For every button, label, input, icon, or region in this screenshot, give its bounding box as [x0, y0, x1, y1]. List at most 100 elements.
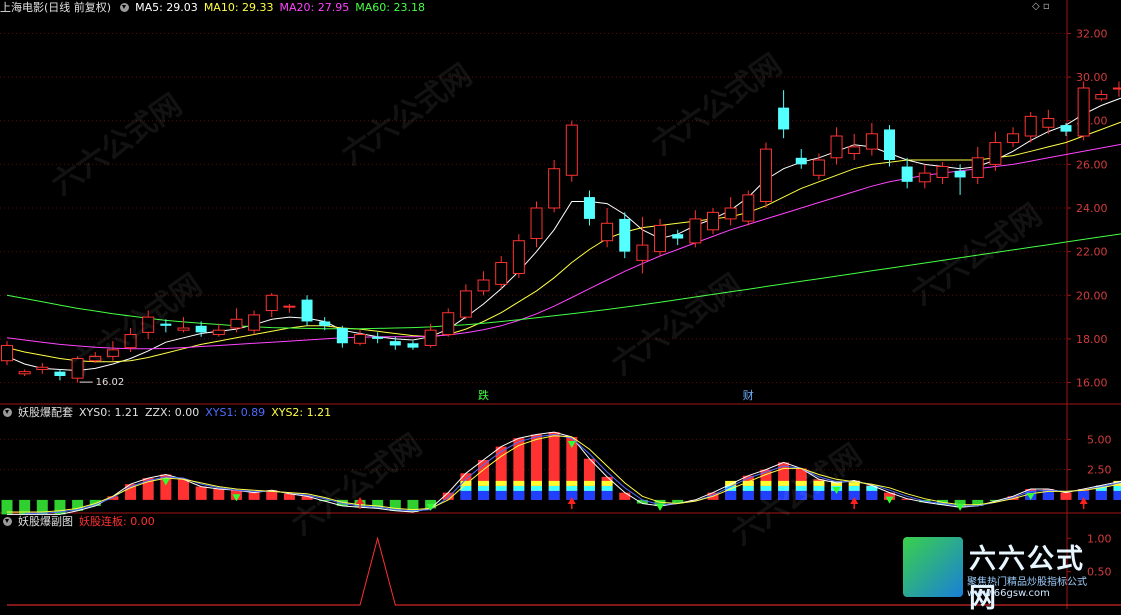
indicator-band [866, 490, 878, 500]
indicator-band [742, 485, 754, 491]
candle-body [971, 157, 984, 178]
candle-body [1095, 94, 1108, 100]
dropdown-icon[interactable] [120, 3, 130, 12]
candle-body [636, 244, 649, 261]
yglb-label: 妖股连板: 0.00 [79, 515, 155, 528]
xys1-label: XYS1: 0.89 [205, 406, 266, 419]
indicator-band [531, 480, 542, 486]
candle-body [601, 222, 614, 242]
top-right-icons: ◇ ▫ [1032, 1, 1050, 12]
indicator-band [778, 485, 790, 491]
site-logo: 六六公式网 聚焦热门精品炒股指标公式 www.66gsw.com [903, 533, 1113, 614]
indicator-band [583, 480, 595, 486]
candle-body [689, 218, 702, 244]
candle-body [1112, 87, 1121, 90]
indicator-band [531, 485, 542, 491]
candle-body [1060, 125, 1072, 132]
indicator-band [513, 490, 525, 500]
y-tick-label: 5.00 [1087, 433, 1112, 446]
indicator-band [601, 490, 613, 500]
indicator-band [548, 485, 560, 491]
y-tick-label: 18.00 [1076, 333, 1108, 346]
stock-title[interactable]: 上海电影(日线 前复权) [0, 1, 111, 14]
indicator-band [495, 485, 507, 491]
indicator-band [725, 490, 737, 500]
indicator-band [760, 480, 772, 486]
candle-body [936, 166, 949, 178]
indicator-band [583, 485, 595, 491]
main-chart[interactable]: 16.0018.0020.0022.0024.0026.0028.0030.00… [0, 0, 1121, 609]
candle-body [160, 323, 172, 326]
candle-body [495, 262, 508, 285]
ma5-line [6, 97, 1121, 372]
candle-body [424, 329, 437, 346]
dropdown-icon[interactable] [3, 408, 12, 417]
candle-body [195, 325, 207, 333]
dropdown-icon[interactable] [3, 517, 12, 526]
indicator-bar [619, 492, 631, 500]
indicator-bar [213, 489, 225, 500]
main-header: 上海电影(日线 前复权) MA5: 29.03 MA10: 29.33 MA20: 2… [0, 0, 431, 16]
indicator-band [478, 485, 490, 491]
diamond-icon[interactable]: ◇ [1032, 1, 1040, 12]
window-icon[interactable]: ▫ [1043, 1, 1050, 12]
indicator-band [1095, 490, 1107, 500]
indicator-band [548, 490, 560, 500]
y-tick-label: 32.00 [1076, 27, 1108, 40]
sub1-title[interactable]: 妖股爆配套 [18, 406, 73, 419]
indicator-band [1113, 485, 1121, 491]
indicator-band [478, 490, 490, 500]
candle-body [71, 358, 84, 379]
candle-body [407, 343, 419, 348]
indicator-band [601, 485, 613, 491]
ma60-line [6, 233, 1121, 330]
indicator-band [495, 490, 507, 500]
candle-body [265, 294, 278, 312]
candle-body [336, 328, 348, 344]
candle-body [301, 299, 313, 322]
candle-body [795, 157, 807, 165]
indicator-band [760, 490, 772, 500]
sub2-title[interactable]: 妖股爆副图 [18, 515, 73, 528]
indicator-band [813, 490, 825, 500]
down-arrow-icon [656, 503, 665, 511]
indicator-band [778, 490, 790, 500]
indicator-band [813, 485, 825, 491]
ma20-label: MA20: 27.95 [279, 1, 350, 14]
ma10-label: MA10: 29.33 [203, 1, 274, 14]
indicator-band [760, 485, 772, 491]
indicator-bar [178, 479, 189, 500]
indicator-band [548, 480, 560, 486]
candle-body [89, 355, 102, 362]
indicator-band [1113, 490, 1121, 500]
candle-body [319, 321, 331, 326]
indicator-band [583, 490, 595, 500]
candle-body [1007, 133, 1020, 144]
candle-body [124, 334, 137, 349]
candle-body [1, 344, 13, 362]
candle-body [989, 142, 1002, 165]
candle-body [548, 168, 561, 209]
candle-body [530, 207, 543, 240]
indicator-band [495, 480, 507, 486]
candle-body [812, 159, 825, 176]
xys2-line [7, 435, 1121, 513]
indicator-band [531, 490, 542, 500]
candle-body [354, 334, 366, 344]
candle-body [230, 318, 243, 329]
candle-body [742, 194, 755, 222]
candle-body [1024, 115, 1037, 137]
down-arrow-icon [885, 496, 894, 504]
y-tick-label: 24.00 [1076, 202, 1108, 215]
xys2-label: XYS2: 1.21 [271, 406, 332, 419]
candle-body [759, 148, 772, 202]
candle-body [283, 305, 296, 308]
indicator-band [601, 480, 613, 486]
candle-body [724, 207, 737, 220]
sub2-header: 妖股爆副图 妖股连板: 0.00 [0, 514, 161, 530]
candle-body [672, 234, 684, 239]
indicator-band [566, 480, 578, 486]
y-tick-label: 2.50 [1087, 464, 1112, 477]
y-tick-label: 16.00 [1076, 377, 1108, 390]
candle-body [54, 371, 66, 376]
